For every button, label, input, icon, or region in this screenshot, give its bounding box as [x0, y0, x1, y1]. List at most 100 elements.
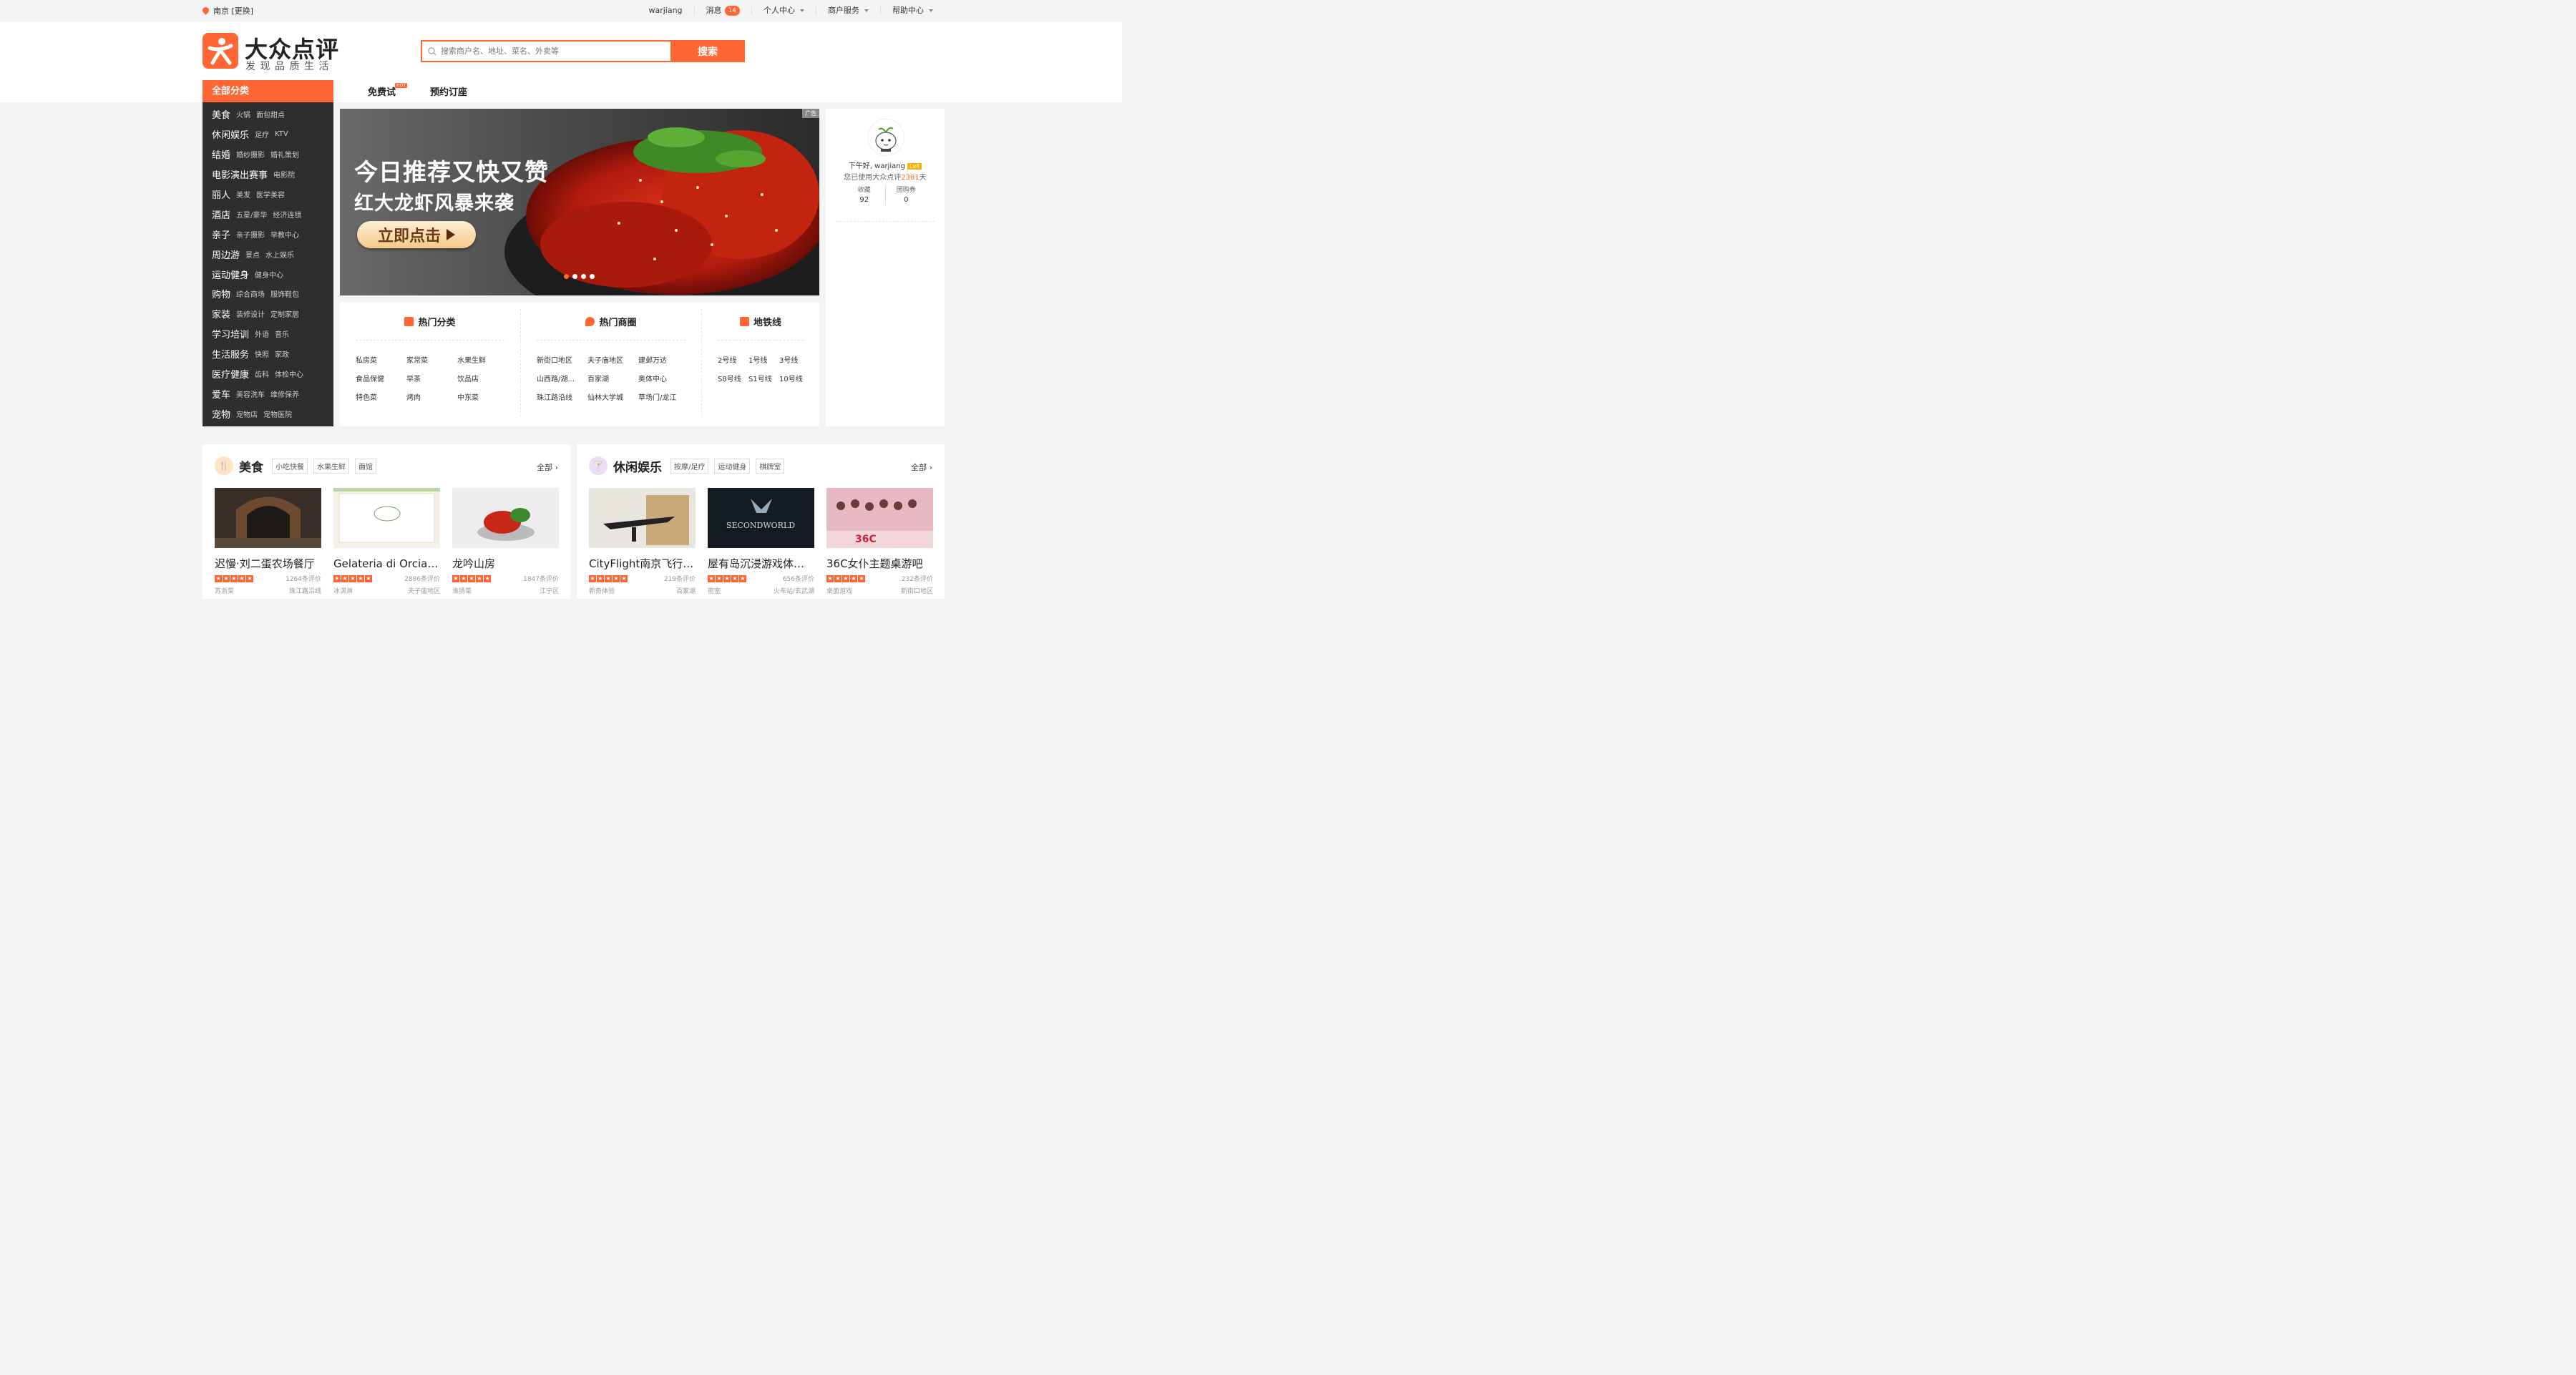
logo-icon[interactable] [203, 33, 238, 69]
food-all-link[interactable]: 全部 › [537, 461, 558, 473]
category-sub[interactable]: 宠物店 [236, 408, 258, 419]
category-main[interactable]: 美食 [212, 107, 230, 121]
hot-link[interactable]: 饮品店 [457, 373, 508, 383]
carousel-dot[interactable] [581, 274, 586, 279]
category-sub[interactable]: 医学美容 [256, 189, 285, 200]
hot-link[interactable]: 早茶 [406, 373, 457, 383]
food-tag[interactable]: 小吃快餐 [272, 458, 308, 474]
category-sub[interactable]: 装修设计 [236, 308, 265, 319]
hot-link[interactable]: 中东菜 [457, 391, 508, 401]
category-sub[interactable]: 家政 [275, 348, 289, 359]
shop-card[interactable]: SECONDWORLD 屋有岛沉浸游戏体验馆 ★ ★ ★ ★ ★ 656条评价 密室 火车站/玄武… [708, 488, 814, 599]
hot-link[interactable]: 特色菜 [356, 391, 406, 401]
category-sub[interactable]: 景点 [245, 249, 260, 260]
category-main[interactable]: 医疗健康 [212, 367, 249, 381]
category-main[interactable]: 亲子 [212, 227, 230, 241]
category-sub[interactable]: 健身中心 [255, 269, 283, 280]
category-main[interactable]: 爱车 [212, 387, 230, 401]
category-item[interactable]: 亲子 亲子摄影 早教中心 [203, 224, 333, 244]
shop-card[interactable]: 36C36C女仆主题桌游吧★★★★★232条评价桌面游戏新街口地区¥263/人 [826, 488, 933, 599]
shop-image[interactable] [215, 488, 321, 548]
category-sub[interactable]: 面包甜点 [256, 109, 285, 119]
category-item[interactable]: 酒店 五星/豪华 经济连锁 [203, 204, 333, 224]
category-item[interactable]: 宠物 宠物店 宠物医院 [203, 403, 333, 424]
food-section-title[interactable]: 美食 [239, 457, 263, 475]
category-sub[interactable]: 快照 [255, 348, 269, 359]
category-item[interactable]: 医疗健康 齿科 体检中心 [203, 364, 333, 384]
merchant-service-menu[interactable]: 商户服务 [816, 6, 880, 15]
help-center-menu[interactable]: 帮助中心 [880, 6, 945, 15]
category-sub[interactable]: 五星/豪华 [236, 209, 267, 220]
category-item[interactable]: 爱车 美容洗车 维修保养 [203, 383, 333, 403]
search-input[interactable] [441, 47, 670, 56]
category-sub[interactable]: 综合商场 [236, 288, 265, 299]
category-sub[interactable]: 亲子摄影 [236, 229, 265, 240]
category-main[interactable]: 购物 [212, 287, 230, 300]
carousel-dot[interactable] [564, 274, 569, 279]
category-main[interactable]: 运动健身 [212, 268, 249, 281]
hot-link[interactable]: 草场门/龙江 [638, 391, 689, 401]
carousel-dot[interactable] [590, 274, 595, 279]
shop-card[interactable]: 迟慢·刘二蛋农场餐厅★★★★★1264条评价苏浙菜珠江路沿线¥121/人 [215, 488, 321, 599]
hot-link[interactable]: 建邺万达 [638, 354, 689, 364]
category-sub[interactable]: KTV [275, 130, 288, 138]
category-item[interactable]: 购物 综合商场 服饰鞋包 [203, 284, 333, 304]
shop-card[interactable]: Gelateria di Orcia 奥... ★ ★ ★ ★ ★ 2886条评价 冰淇淋 夫子… [333, 488, 440, 599]
hot-link[interactable]: 烤肉 [406, 391, 457, 401]
category-item[interactable]: 休闲娱乐 足疗 KTV [203, 124, 333, 145]
category-sub[interactable]: 电影院 [273, 169, 295, 180]
hot-link[interactable]: 夫子庙地区 [587, 354, 638, 364]
category-item[interactable]: 丽人 美发 医学美容 [203, 185, 333, 205]
hot-link[interactable]: 私房菜 [356, 354, 406, 364]
entertainment-tag[interactable]: 运动健身 [714, 458, 751, 474]
city-selector[interactable]: 南京 [更换] [203, 5, 253, 16]
coupons-stat[interactable]: 团购券 0 [884, 185, 927, 205]
category-item[interactable]: 周边游 景点 水上娱乐 [203, 244, 333, 264]
category-sub[interactable]: 定制家居 [270, 308, 299, 319]
category-main[interactable]: 休闲娱乐 [212, 127, 249, 141]
category-main[interactable]: 丽人 [212, 187, 230, 201]
shop-image[interactable]: 36C [826, 488, 933, 548]
category-sub[interactable]: 宠物医院 [263, 408, 292, 419]
shop-name[interactable]: 36C女仆主题桌游吧 [826, 556, 933, 571]
hot-link[interactable]: 山西路/湖... [537, 373, 587, 383]
entertainment-tag[interactable]: 棋牌室 [756, 458, 785, 474]
category-sub[interactable]: 体检中心 [275, 368, 303, 379]
hot-link[interactable]: 3号线 [779, 354, 810, 364]
category-item[interactable]: 学习培训 外语 音乐 [203, 324, 333, 344]
hot-link[interactable]: 家常菜 [406, 354, 457, 364]
hot-link[interactable]: 百家湖 [587, 373, 638, 383]
hot-link[interactable]: 新街口地区 [537, 354, 587, 364]
category-sub[interactable]: 音乐 [275, 328, 289, 339]
shop-card[interactable]: CityFlight南京飞行体...★★★★★219条评价新奇体验百家湖¥248… [589, 488, 696, 599]
hot-link[interactable]: 食品保健 [356, 373, 406, 383]
tab-reservation[interactable]: 预约订座 [430, 84, 467, 98]
avatar[interactable] [867, 119, 904, 156]
shop-name[interactable]: 龙吟山房 [452, 556, 559, 571]
hot-link[interactable]: 2号线 [718, 354, 748, 364]
hot-link[interactable]: 1号线 [748, 354, 779, 364]
category-sub[interactable]: 早教中心 [270, 229, 299, 240]
shop-image[interactable] [589, 488, 696, 548]
entertainment-all-link[interactable]: 全部 › [911, 461, 932, 473]
category-main[interactable]: 电影演出赛事 [212, 167, 268, 181]
all-categories-header[interactable]: 全部分类 [203, 80, 333, 102]
hot-link[interactable]: 奥体中心 [638, 373, 689, 383]
hot-link[interactable]: 仙林大学城 [587, 391, 638, 401]
category-item[interactable]: 运动健身 健身中心 [203, 264, 333, 284]
category-main[interactable]: 结婚 [212, 147, 230, 161]
entertainment-tag[interactable]: 按摩/足疗 [670, 458, 709, 474]
username-link[interactable]: warjiang [637, 6, 693, 15]
category-sub[interactable]: 婚纱摄影 [236, 149, 265, 160]
personal-center-menu[interactable]: 个人中心 [751, 6, 816, 15]
category-item[interactable]: 电影演出赛事 电影院 [203, 165, 333, 185]
category-sub[interactable]: 维修保养 [270, 388, 299, 399]
category-sub[interactable]: 经济连锁 [273, 209, 301, 220]
shop-image[interactable]: SECONDWORLD [708, 488, 814, 548]
shop-image[interactable] [333, 488, 440, 548]
category-sub[interactable]: 足疗 [255, 129, 269, 140]
category-main[interactable]: 酒店 [212, 207, 230, 221]
hot-link[interactable]: 水果生鲜 [457, 354, 508, 364]
shop-name[interactable]: Gelateria di Orcia 奥... [333, 556, 440, 571]
favorites-stat[interactable]: 收藏 92 [844, 185, 885, 205]
